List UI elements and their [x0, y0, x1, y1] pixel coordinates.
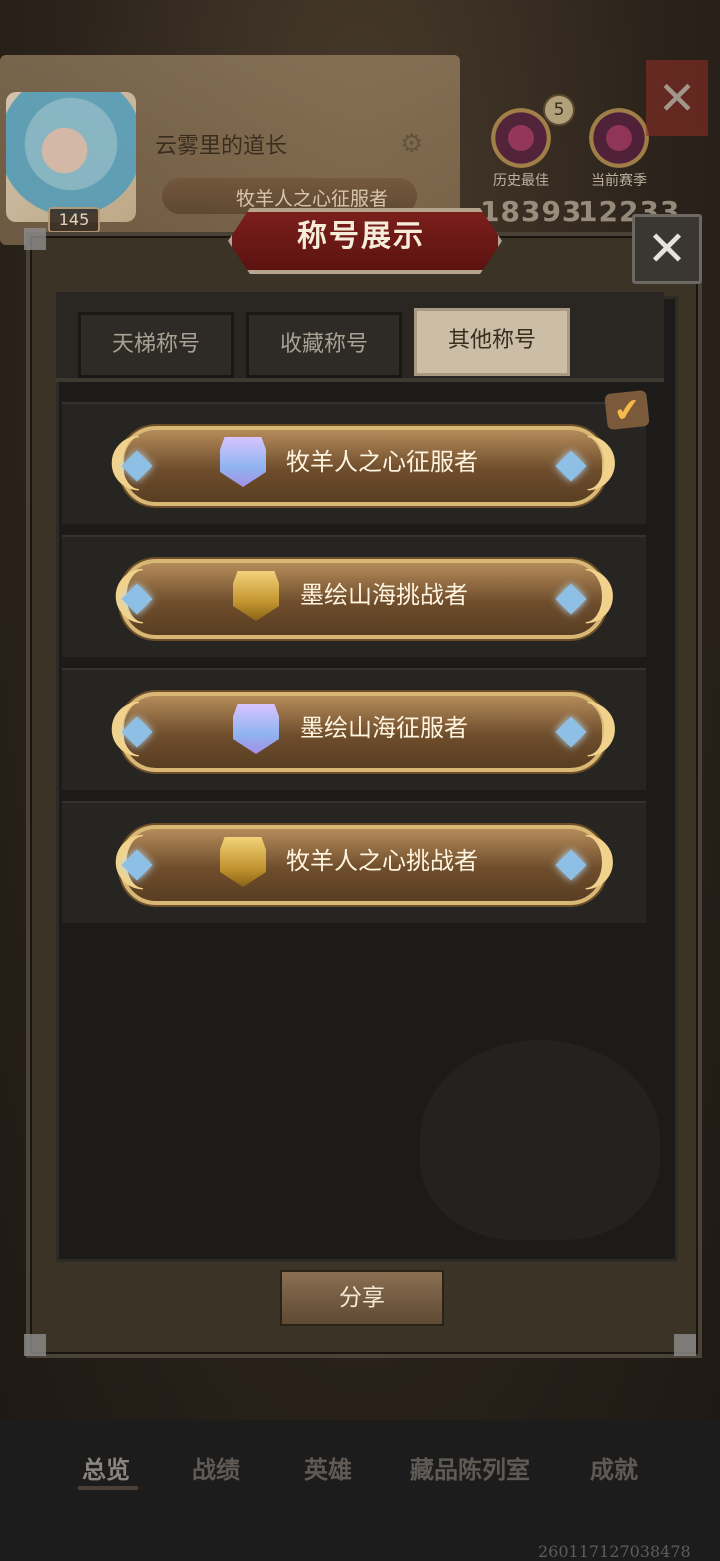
equipped-title-text: 牧羊人之心征服者: [236, 188, 389, 210]
close-icon: ✕: [646, 221, 688, 277]
nav-active-indicator: [78, 1486, 138, 1490]
rank-current-label: 当前赛季: [591, 173, 647, 189]
title-label: 墨绘山海征服者: [300, 714, 468, 742]
modal-corner: [674, 1334, 696, 1356]
modal-corner: [24, 1334, 46, 1356]
rank-emblem-icon: [589, 108, 649, 168]
tab-collection-titles[interactable]: 收藏称号: [246, 312, 402, 378]
player-level: 145: [48, 207, 100, 233]
title-label: 牧羊人之心征服者: [286, 448, 478, 476]
avatar: [6, 92, 136, 222]
modal-corner: [24, 228, 46, 250]
footer-code: 260117127038478: [538, 1542, 691, 1561]
nav-heroes[interactable]: 英雄: [304, 1450, 352, 1485]
player-name: 云雾里的道长: [155, 134, 288, 159]
rank-best: 历史最佳: [476, 108, 566, 190]
rank-best-label: 历史最佳: [493, 173, 549, 189]
close-button[interactable]: ✕: [632, 214, 702, 284]
tab-other-titles[interactable]: 其他称号: [414, 308, 570, 376]
nav-achievements[interactable]: 成就: [590, 1450, 638, 1485]
share-button[interactable]: 分享: [280, 1270, 444, 1326]
background-close-icon: ✕: [646, 60, 708, 136]
title-label: 牧羊人之心挑战者: [286, 847, 478, 875]
nav-overview[interactable]: 总览: [82, 1450, 130, 1485]
nav-record[interactable]: 战绩: [192, 1450, 240, 1485]
gear-icon: ⚙: [400, 129, 424, 159]
mascot-watermark: [420, 1040, 660, 1240]
rank-emblem-icon: [491, 108, 551, 168]
nav-collection-gallery[interactable]: 藏品陈列室: [410, 1450, 530, 1485]
tab-ladder-titles[interactable]: 天梯称号: [78, 312, 234, 378]
title-label: 墨绘山海挑战者: [300, 581, 468, 609]
rank-best-score: 18393: [480, 195, 583, 228]
bottom-nav: [0, 1420, 720, 1561]
modal-title: 称号展示: [297, 219, 425, 254]
